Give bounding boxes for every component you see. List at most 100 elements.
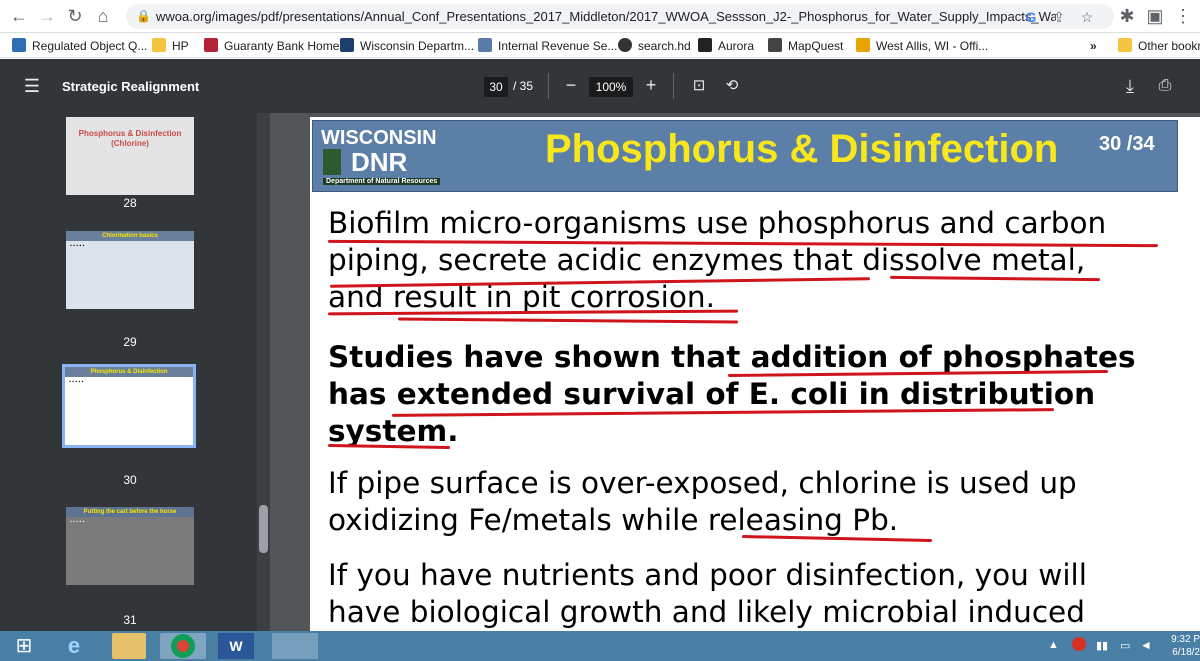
bookmarks-bar: Regulated Object Q... HP Guaranty Bank H…: [0, 34, 1200, 58]
windows-taskbar: ⊞ e W ▲ ▮▮ ▭ ◄ 9:32 P 6/18/2: [0, 631, 1200, 661]
url-text[interactable]: wwoa.org/images/pdf/presentations/Annual…: [156, 9, 1056, 24]
folder-icon: [152, 38, 166, 52]
other-bookmarks[interactable]: Other bookm: [1118, 37, 1200, 55]
forward-arrow-icon[interactable]: →: [36, 5, 58, 27]
clock-date: 6/18/2: [1172, 647, 1200, 658]
thumbnail-body: ▪ ▪ ▪ ▪ ▪: [70, 243, 85, 249]
divider: [548, 73, 549, 99]
zoom-in-icon[interactable]: +: [642, 75, 660, 95]
text-line: If pipe surface is over-exposed, chlorin…: [328, 466, 1077, 500]
sidebar-icon[interactable]: ▣: [1144, 5, 1166, 27]
thumbnail-number: 30: [123, 473, 137, 487]
bookmark-label: Other bookm: [1138, 39, 1200, 53]
bookmark-item[interactable]: HP: [152, 37, 189, 55]
folder-icon: [1118, 38, 1132, 52]
tray-alert-icon[interactable]: [1072, 637, 1086, 651]
thumbnail-title: Phosphorus & Disinfection (Chlorine): [78, 129, 182, 148]
zoom-out-icon[interactable]: −: [562, 75, 580, 95]
volume-icon[interactable]: ◄: [1140, 638, 1152, 652]
fit-page-icon[interactable]: ⊡: [689, 76, 709, 96]
aurora-icon: [698, 38, 712, 52]
page-total: / 35: [513, 79, 534, 93]
reload-icon[interactable]: ↻: [64, 5, 86, 27]
battery-icon[interactable]: ▭: [1120, 639, 1130, 652]
print-icon[interactable]: ⎙: [1155, 76, 1175, 96]
star-icon[interactable]: ☆: [1078, 8, 1096, 26]
thumbnail-scrollbar[interactable]: [257, 113, 270, 631]
thumbnail-sidebar: Phosphorus & Disinfection (Chlorine) 28 …: [0, 113, 270, 631]
bookmark-label: West Allis, WI - Offi...: [876, 39, 989, 53]
bookmark-label: HP: [172, 39, 189, 53]
flag-icon: [204, 38, 218, 52]
thumbnail-number: 31: [123, 613, 137, 627]
rotate-icon[interactable]: ⟲: [722, 76, 742, 96]
photos-icon[interactable]: [272, 633, 318, 659]
google-icon[interactable]: G: [1022, 8, 1040, 26]
address-bar[interactable]: 🔒 wwoa.org/images/pdf/presentations/Annu…: [126, 4, 1114, 29]
tray-arrow-icon[interactable]: ▲: [1048, 639, 1059, 651]
search-icon: [618, 38, 632, 52]
bookmark-item[interactable]: Guaranty Bank Home: [204, 37, 339, 55]
browser-toolbar: ← → ↻ ⌂ 🔒 wwoa.org/images/pdf/presentati…: [0, 0, 1200, 33]
menu-icon[interactable]: ⋮: [1172, 5, 1194, 27]
paragraph-pipe-surface: If pipe surface is over-exposed, chlorin…: [328, 465, 1188, 539]
pdf-viewer: Phosphorus & Disinfection (Chlorine) 28 …: [0, 113, 1200, 631]
internet-explorer-icon[interactable]: e: [54, 633, 94, 659]
dnr-logo-icon: [323, 149, 341, 175]
bookmark-item[interactable]: Aurora: [698, 37, 754, 55]
w-icon: [856, 38, 870, 52]
red-underline: [397, 317, 739, 324]
slide-title: Phosphorus & Disinfection: [545, 127, 1059, 171]
wisconsin-icon: [340, 38, 354, 52]
network-icon[interactable]: ▮▮: [1096, 639, 1108, 652]
zoom-input[interactable]: 100%: [589, 77, 633, 97]
thumbnail-number: 29: [123, 335, 137, 349]
org-subtitle: Department of Natural Resources: [323, 178, 441, 185]
document-title: Strategic Realignment: [62, 79, 200, 94]
clock[interactable]: 9:32 P 6/18/2: [1160, 633, 1200, 659]
thumbnail-title: Phosphorus & Disinfection: [65, 367, 193, 377]
file-explorer-icon[interactable]: [112, 633, 146, 659]
thumbnail-title: Putting the cart before the horse: [66, 507, 194, 517]
clock-time: 9:32 P: [1171, 634, 1200, 645]
home-icon[interactable]: ⌂: [92, 5, 114, 27]
thumbnail-body: ▪ ▪ ▪ ▪ ▪: [69, 379, 84, 385]
thumbnail-page[interactable]: Phosphorus & Disinfection (Chlorine): [66, 117, 194, 195]
more-bookmarks-button[interactable]: »: [1090, 37, 1097, 55]
text-line: oxidizing Fe/metals while releasing Pb.: [328, 503, 899, 537]
thumbnail-page[interactable]: Putting the cart before the horse ▪ ▪ ▪ …: [66, 507, 194, 585]
slide-banner: WISCONSIN DNR Department of Natural Reso…: [312, 120, 1178, 192]
bookmark-label: Internal Revenue Se...: [498, 39, 618, 53]
chrome-icon[interactable]: [160, 633, 206, 659]
back-arrow-icon[interactable]: ←: [8, 5, 30, 27]
bookmark-label: Aurora: [718, 39, 755, 53]
thumbnail-number: 28: [123, 196, 137, 210]
globe-icon: [12, 38, 26, 52]
lock-icon[interactable]: 🔒: [136, 9, 151, 23]
thumbnail-page[interactable]: Chlorination basics ▪ ▪ ▪ ▪ ▪: [66, 231, 194, 309]
bookmark-label: search.hd: [638, 39, 691, 53]
text-line: If you have nutrients and poor disinfect…: [328, 558, 1087, 592]
bookmark-item[interactable]: Internal Revenue Se...: [478, 37, 617, 55]
page-input[interactable]: 30: [484, 77, 508, 97]
bookmark-item[interactable]: West Allis, WI - Offi...: [856, 37, 988, 55]
pdf-toolbar: ☰ Strategic Realignment 30 / 35 − 100% +…: [0, 59, 1200, 113]
bookmark-item[interactable]: MapQuest: [768, 37, 843, 55]
bookmark-item[interactable]: Regulated Object Q...: [12, 37, 147, 55]
bookmark-label: Regulated Object Q...: [32, 39, 148, 53]
share-icon[interactable]: ⇪: [1050, 8, 1068, 26]
bookmark-label: Wisconsin Departm...: [360, 39, 475, 53]
paragraph-nutrients: If you have nutrients and poor disinfect…: [328, 557, 1188, 631]
bookmark-item[interactable]: Wisconsin Departm...: [340, 37, 474, 55]
bookmark-item[interactable]: search.hd: [618, 37, 691, 55]
thumbnail-page-active[interactable]: Phosphorus & Disinfection ▪ ▪ ▪ ▪ ▪: [62, 364, 196, 448]
pdf-page: WISCONSIN DNR Department of Natural Reso…: [310, 117, 1200, 631]
hamburger-icon[interactable]: ☰: [22, 76, 42, 96]
thumbnail-scroll-thumb[interactable]: [259, 505, 268, 553]
divider: [673, 73, 674, 99]
paragraph-biofilm: Biofilm micro-organisms use phosphorus a…: [328, 205, 1188, 316]
download-icon[interactable]: ⤓: [1120, 76, 1140, 96]
word-icon[interactable]: W: [218, 633, 254, 659]
extensions-icon[interactable]: ✱: [1116, 5, 1138, 27]
windows-start-icon[interactable]: ⊞: [4, 633, 44, 659]
